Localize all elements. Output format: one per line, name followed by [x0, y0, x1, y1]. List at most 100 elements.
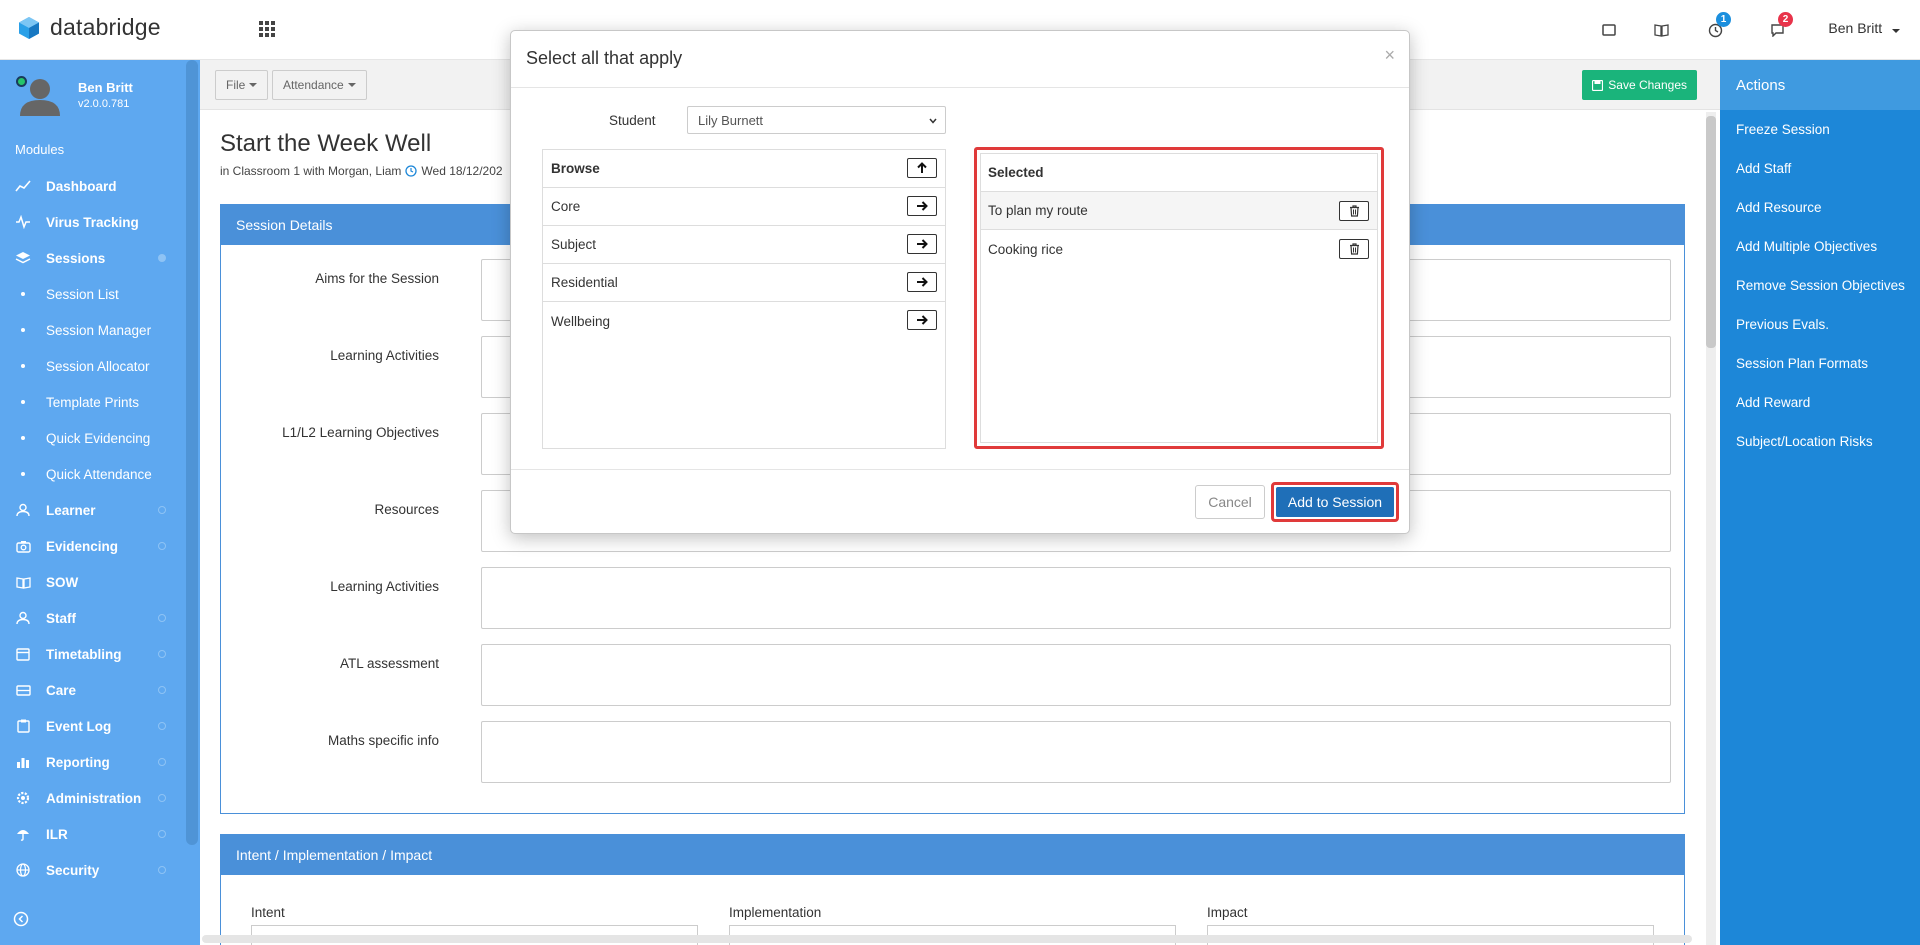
field-label: Learning Activities	[330, 579, 439, 594]
file-menu-button[interactable]: File	[215, 70, 269, 100]
action-session-plan-formats[interactable]: Session Plan Formats	[1720, 344, 1920, 383]
sidebar-item-event-log[interactable]: Event Log	[0, 708, 186, 744]
sidebar-item-care[interactable]: Care	[0, 672, 186, 708]
selected-item[interactable]: To plan my route	[981, 192, 1377, 230]
clock-badge: 1	[1716, 12, 1731, 27]
bullet-icon	[21, 328, 25, 332]
clock-icon[interactable]: 1	[1704, 12, 1731, 42]
remove-item-button[interactable]	[1339, 239, 1369, 259]
sidebar-item-reporting[interactable]: Reporting	[0, 744, 186, 780]
sidebar-item-security[interactable]: Security	[0, 852, 186, 888]
cancel-button[interactable]: Cancel	[1195, 485, 1265, 519]
sidebar-item-sow[interactable]: SOW	[0, 564, 186, 600]
close-icon[interactable]: ×	[1384, 45, 1395, 66]
action-remove-session-objectives[interactable]: Remove Session Objectives	[1720, 266, 1920, 305]
action-add-reward[interactable]: Add Reward	[1720, 383, 1920, 422]
action-add-staff[interactable]: Add Staff	[1720, 149, 1920, 188]
browse-item[interactable]: Wellbeing	[543, 302, 945, 340]
sidebar-item-administration[interactable]: Administration	[0, 780, 186, 816]
learning-activities-2-input[interactable]	[481, 567, 1671, 629]
sidebar-item-label: Sessions	[46, 250, 106, 266]
clock-icon	[405, 165, 418, 177]
sidebar-subitem-quick-evidencing[interactable]: Quick Evidencing	[0, 420, 186, 456]
student-select[interactable]: Lily Burnett	[687, 106, 946, 134]
sidebar-item-ilr[interactable]: ILR	[0, 816, 186, 852]
book-icon[interactable]	[1650, 18, 1672, 42]
iii-title: Intent / Implementation / Impact	[221, 835, 1684, 875]
bullet-icon	[21, 436, 25, 440]
sidebar-item-staff[interactable]: Staff	[0, 600, 186, 636]
sidebar-subitem-session-manager[interactable]: Session Manager	[0, 312, 186, 348]
bullet-icon	[21, 364, 25, 368]
browse-item[interactable]: Residential	[543, 264, 945, 302]
maths-info-input[interactable]	[481, 721, 1671, 783]
browse-open-button[interactable]	[907, 234, 937, 254]
browse-up-button[interactable]	[907, 158, 937, 178]
scroll-thumb[interactable]	[1706, 116, 1716, 348]
collapsed-indicator-icon	[158, 794, 166, 802]
online-status-icon	[16, 76, 27, 87]
action-add-resource[interactable]: Add Resource	[1720, 188, 1920, 227]
selected-item[interactable]: Cooking rice	[981, 230, 1377, 268]
expanded-indicator-icon	[158, 254, 166, 262]
chat-icon[interactable]: 2	[1766, 12, 1793, 42]
sidebar: Ben Britt v2.0.0.781 Modules Dashboard V…	[0, 60, 200, 945]
action-subject-location-risks[interactable]: Subject/Location Risks	[1720, 422, 1920, 461]
main-vertical-scrollbar[interactable]	[1706, 112, 1716, 945]
main-horizontal-scrollbar[interactable]	[202, 935, 1692, 943]
collapsed-indicator-icon	[158, 758, 166, 766]
bullet-icon	[21, 472, 25, 476]
sidebar-subitem-label: Quick Evidencing	[46, 430, 151, 446]
trash-icon	[1349, 243, 1359, 255]
collapse-sidebar-icon[interactable]	[13, 911, 29, 927]
profile[interactable]: Ben Britt v2.0.0.781	[14, 74, 133, 116]
book-icon	[15, 574, 31, 590]
user-menu[interactable]: Ben Britt	[1828, 20, 1900, 36]
sidebar-subitem-session-list[interactable]: Session List	[0, 276, 186, 312]
save-changes-button[interactable]: Save Changes	[1582, 70, 1697, 100]
remove-item-button[interactable]	[1339, 201, 1369, 221]
browse-item[interactable]: Subject	[543, 226, 945, 264]
tablet-icon[interactable]	[1598, 18, 1620, 42]
session-date: Wed 18/12/202	[421, 164, 503, 178]
sidebar-scrollbar[interactable]	[186, 60, 198, 845]
sidebar-item-label: Event Log	[46, 718, 112, 734]
selected-list-highlight: Selected To plan my route Cooking rice	[974, 147, 1384, 449]
sidebar-item-dashboard[interactable]: Dashboard	[0, 168, 186, 204]
attendance-menu-button[interactable]: Attendance	[272, 70, 367, 100]
browse-open-button[interactable]	[907, 196, 937, 216]
modules-label: Modules	[15, 142, 65, 157]
page-subtitle: in Classroom 1 with Morgan, Liam Wed 18/…	[220, 164, 503, 178]
sidebar-item-timetabling[interactable]: Timetabling	[0, 636, 186, 672]
apps-grid-icon[interactable]	[258, 20, 276, 38]
actions-list: Freeze Session Add Staff Add Resource Ad…	[1720, 110, 1920, 461]
action-freeze-session[interactable]: Freeze Session	[1720, 110, 1920, 149]
collapsed-indicator-icon	[158, 830, 166, 838]
browse-open-button[interactable]	[907, 272, 937, 292]
sidebar-item-learner[interactable]: Learner	[0, 492, 186, 528]
add-to-session-button[interactable]: Add to Session	[1276, 487, 1394, 517]
sidebar-subitem-quick-attendance[interactable]: Quick Attendance	[0, 456, 186, 492]
action-add-multiple-objectives[interactable]: Add Multiple Objectives	[1720, 227, 1920, 266]
layers-icon	[15, 250, 31, 266]
collapsed-indicator-icon	[158, 542, 166, 550]
dashboard-icon	[15, 178, 31, 194]
browse-open-button[interactable]	[907, 310, 937, 330]
sidebar-item-label: Security	[46, 862, 100, 878]
collapsed-indicator-icon	[158, 686, 166, 694]
sidebar-subitem-template-prints[interactable]: Template Prints	[0, 384, 186, 420]
browse-item[interactable]: Core	[543, 188, 945, 226]
action-previous-evals[interactable]: Previous Evals.	[1720, 305, 1920, 344]
select-objectives-modal: Select all that apply × Student Lily Bur…	[510, 30, 1410, 534]
sidebar-item-virus-tracking[interactable]: Virus Tracking	[0, 204, 186, 240]
gear-icon	[15, 790, 31, 806]
field-label: Maths specific info	[327, 733, 439, 748]
sidebar-item-sessions[interactable]: Sessions	[0, 240, 186, 276]
collapsed-indicator-icon	[158, 866, 166, 874]
selected-list: Selected To plan my route Cooking rice	[980, 153, 1378, 443]
brand-logo[interactable]: databridge	[18, 14, 161, 41]
atl-assessment-input[interactable]	[481, 644, 1671, 706]
sidebar-item-label: Reporting	[46, 754, 110, 770]
sidebar-item-evidencing[interactable]: Evidencing	[0, 528, 186, 564]
sidebar-subitem-session-allocator[interactable]: Session Allocator	[0, 348, 186, 384]
